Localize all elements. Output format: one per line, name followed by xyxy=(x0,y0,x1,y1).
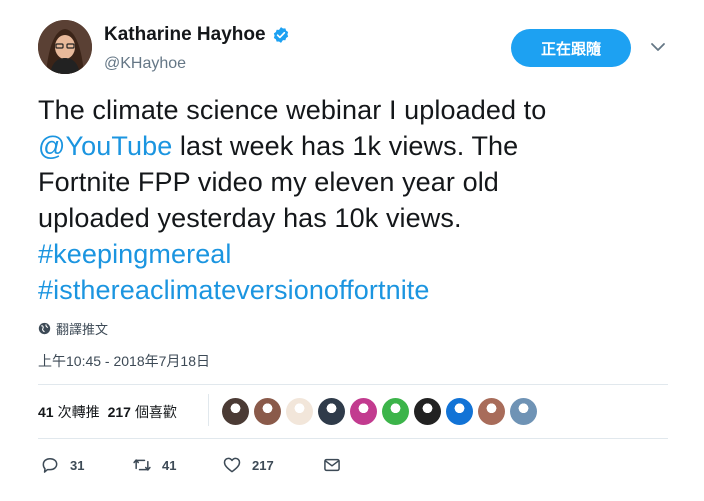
tweet-line: Fortnite FPP video my eleven year old xyxy=(38,164,678,200)
tweet-text-segment: last week has 1k views. The xyxy=(172,131,519,161)
translate-label: 翻譯推文 xyxy=(56,322,109,337)
liker-avatar[interactable] xyxy=(446,398,473,425)
heart-icon xyxy=(223,457,241,473)
reply-icon xyxy=(42,458,58,473)
author-handle[interactable]: @KHayhoe xyxy=(104,55,290,73)
direct-message-button[interactable] xyxy=(322,455,342,475)
tweet-line: @YouTube last week has 1k views. The xyxy=(38,128,678,164)
liker-avatar[interactable] xyxy=(414,398,441,425)
author-avatar[interactable] xyxy=(38,20,92,74)
tweet-text: The climate science webinar I uploaded t… xyxy=(38,92,678,308)
liker-avatars xyxy=(222,398,537,425)
tweet-line: uploaded yesterday has 10k views. xyxy=(38,200,678,236)
envelope-icon xyxy=(324,458,340,472)
retweets-label[interactable]: 次轉推 xyxy=(58,402,100,422)
retweets-count[interactable]: 41 xyxy=(38,404,54,420)
retweet-button[interactable]: 41 xyxy=(132,455,222,475)
liker-avatar[interactable] xyxy=(318,398,345,425)
liker-avatar[interactable] xyxy=(510,398,537,425)
divider xyxy=(38,384,668,385)
liker-avatar[interactable] xyxy=(350,398,377,425)
tweet-line: #keepingmereal xyxy=(38,236,678,272)
divider xyxy=(38,438,668,439)
tweet-line: The climate science webinar I uploaded t… xyxy=(38,92,678,128)
like-button[interactable]: 217 xyxy=(222,455,322,475)
tweet-timestamp[interactable]: 上午10:45 - 2018年7月18日 xyxy=(38,351,210,371)
tweet-text-segment: Fortnite FPP video my eleven year old xyxy=(38,167,499,197)
following-button[interactable]: 正在跟隨 xyxy=(511,29,631,67)
tweet-text-segment: uploaded yesterday has 10k views. xyxy=(38,203,462,233)
likes-label[interactable]: 個喜歡 xyxy=(135,402,177,422)
liker-avatar[interactable] xyxy=(478,398,505,425)
retweet-icon xyxy=(133,459,151,471)
hashtag-link[interactable]: #isthereaclimateversionoffortnite xyxy=(38,275,430,305)
liker-avatar[interactable] xyxy=(222,398,249,425)
author-info: Katharine Hayhoe @KHayhoe xyxy=(104,24,290,73)
hashtag-link[interactable]: #keepingmereal xyxy=(38,239,232,269)
reply-count: 31 xyxy=(70,457,85,473)
chevron-down-icon[interactable] xyxy=(650,40,666,54)
tweet-line: #isthereaclimateversionoffortnite xyxy=(38,272,678,308)
liker-avatar[interactable] xyxy=(382,398,409,425)
reply-button[interactable]: 31 xyxy=(40,455,132,475)
liker-avatar[interactable] xyxy=(286,398,313,425)
likes-count[interactable]: 217 xyxy=(108,404,131,420)
tweet-actions: 31 41 217 xyxy=(40,455,342,475)
stats-divider xyxy=(208,394,209,426)
tweet-stats: 41 次轉推 217 個喜歡 xyxy=(38,402,177,422)
liker-avatar[interactable] xyxy=(254,398,281,425)
globe-icon xyxy=(38,322,51,335)
author-avatar-image xyxy=(38,20,92,74)
author-display-name[interactable]: Katharine Hayhoe xyxy=(104,24,266,46)
verified-badge-icon xyxy=(272,26,290,44)
mention-youtube-link[interactable]: @YouTube xyxy=(38,131,172,161)
retweet-count: 41 xyxy=(162,457,177,473)
tweet-text-segment: The climate science webinar I uploaded t… xyxy=(38,95,547,125)
like-count: 217 xyxy=(252,457,274,473)
translate-tweet-link[interactable]: 翻譯推文 xyxy=(38,319,108,338)
